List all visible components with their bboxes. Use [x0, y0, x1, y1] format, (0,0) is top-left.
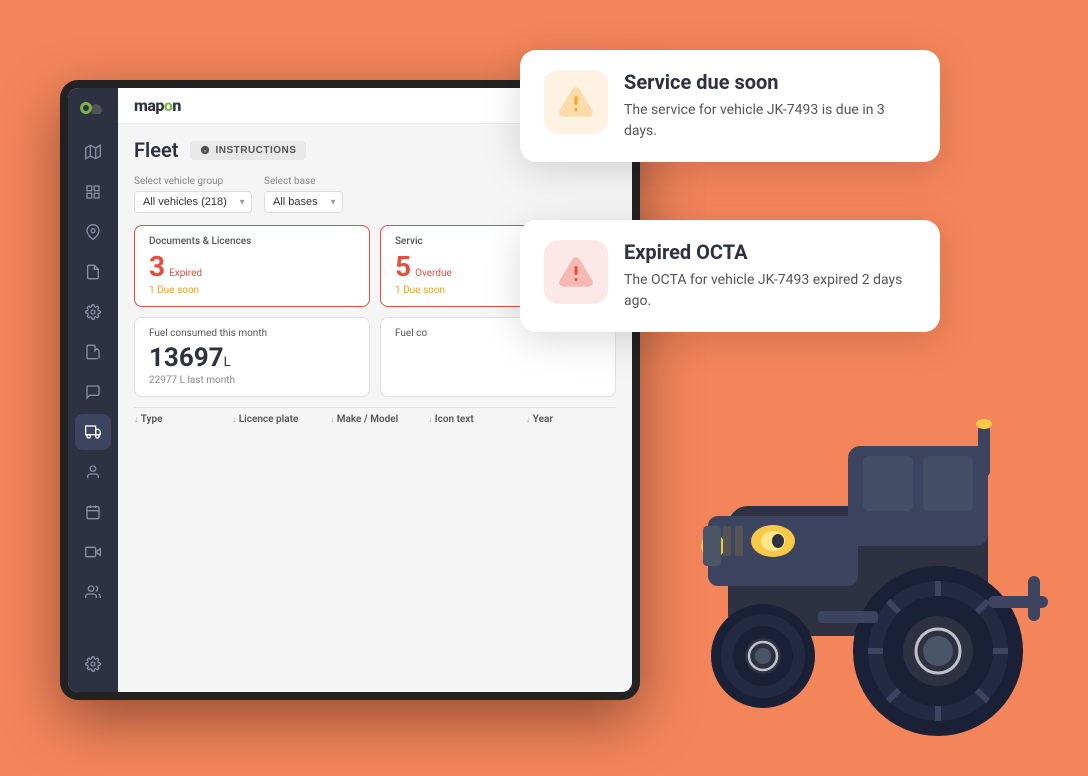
vehicle-group-label: Select vehicle group: [134, 176, 252, 187]
sidebar-item-settings[interactable]: [75, 294, 111, 330]
base-select-wrapper: All bases: [264, 190, 343, 213]
docs-expired-label: Expired: [169, 268, 202, 279]
warning-icon-container: [544, 70, 608, 134]
fuel-consumed-card: Fuel consumed this month 13697L 22977 L …: [134, 317, 370, 397]
sidebar-item-location[interactable]: [75, 214, 111, 250]
col-type[interactable]: Type: [134, 414, 224, 425]
sidebar-item-documents[interactable]: [75, 254, 111, 290]
sidebar-item-video[interactable]: [75, 534, 111, 570]
instructions-button[interactable]: INSTRUCTIONS: [190, 141, 306, 160]
warning-title: Service due soon: [624, 70, 916, 94]
vehicle-group-filter: Select vehicle group All vehicles (218): [134, 176, 252, 213]
sidebar-item-dashboard[interactable]: [75, 174, 111, 210]
sidebar-item-reports[interactable]: [75, 574, 111, 610]
base-filter: Select base All bases: [264, 176, 343, 213]
docs-expired-count: 3: [149, 253, 165, 281]
instructions-label: INSTRUCTIONS: [215, 145, 296, 156]
main-content: mapon Fleet INSTRUCTIONS: [118, 88, 632, 692]
vehicle-group-select[interactable]: All vehicles (218): [134, 191, 252, 213]
col-licence[interactable]: Licence plate: [232, 414, 322, 425]
device-screen: mapon Fleet INSTRUCTIONS: [68, 88, 632, 692]
tractor-illustration: [608, 356, 1088, 776]
sidebar-logo: [78, 98, 108, 118]
sidebar-item-chat[interactable]: [75, 374, 111, 410]
fuel-consumed-title: Fuel consumed this month: [149, 328, 355, 339]
fuel-consumed-unit: L: [224, 355, 231, 370]
page-title: Fleet: [134, 138, 178, 162]
page-content: Fleet INSTRUCTIONS Select vehicle group …: [118, 124, 632, 692]
warning-body: Service due soon The service for vehicle…: [624, 70, 916, 142]
docs-card-title: Documents & Licences: [149, 236, 355, 247]
warning-text: The service for vehicle JK-7493 is due i…: [624, 100, 916, 142]
error-icon-container: [544, 240, 608, 304]
error-title: Expired OCTA: [624, 240, 916, 264]
device-frame: mapon Fleet INSTRUCTIONS: [60, 80, 640, 700]
service-overdue-label: Overdue: [415, 268, 452, 279]
col-year[interactable]: Year: [526, 414, 616, 425]
fuel-last-month: 22977 L last month: [149, 375, 355, 386]
filters-section: Select vehicle group All vehicles (218) …: [134, 176, 616, 213]
vehicle-group-select-wrapper: All vehicles (218): [134, 190, 252, 213]
app-logo: mapon: [134, 96, 181, 115]
sidebar-item-user[interactable]: [75, 454, 111, 490]
sidebar-item-bottom-settings[interactable]: [75, 646, 111, 682]
logo-dot: o: [164, 96, 173, 115]
sidebar-item-map[interactable]: [75, 134, 111, 170]
base-select[interactable]: All bases: [264, 191, 343, 213]
fuel-consumed-value: 13697: [149, 343, 224, 373]
base-label: Select base: [264, 176, 343, 187]
table-header: Type Licence plate Make / Model Icon tex…: [134, 407, 616, 431]
notification-error: Expired OCTA The OCTA for vehicle JK-749…: [520, 220, 940, 332]
error-text: The OCTA for vehicle JK-7493 expired 2 d…: [624, 270, 916, 312]
docs-licences-card: Documents & Licences 3 Expired 1 Due soo…: [134, 225, 370, 307]
service-overdue-count: 5: [395, 253, 411, 281]
sidebar-item-vehicle[interactable]: [75, 414, 111, 450]
notification-warning: Service due soon The service for vehicle…: [520, 50, 940, 162]
sidebar: [68, 88, 118, 692]
sidebar-item-calendar[interactable]: [75, 494, 111, 530]
sidebar-item-fuel[interactable]: [75, 334, 111, 370]
col-make-model[interactable]: Make / Model: [330, 414, 420, 425]
col-icon-text[interactable]: Icon text: [428, 414, 518, 425]
docs-due-soon: 1 Due soon: [149, 285, 355, 296]
error-body: Expired OCTA The OCTA for vehicle JK-749…: [624, 240, 916, 312]
